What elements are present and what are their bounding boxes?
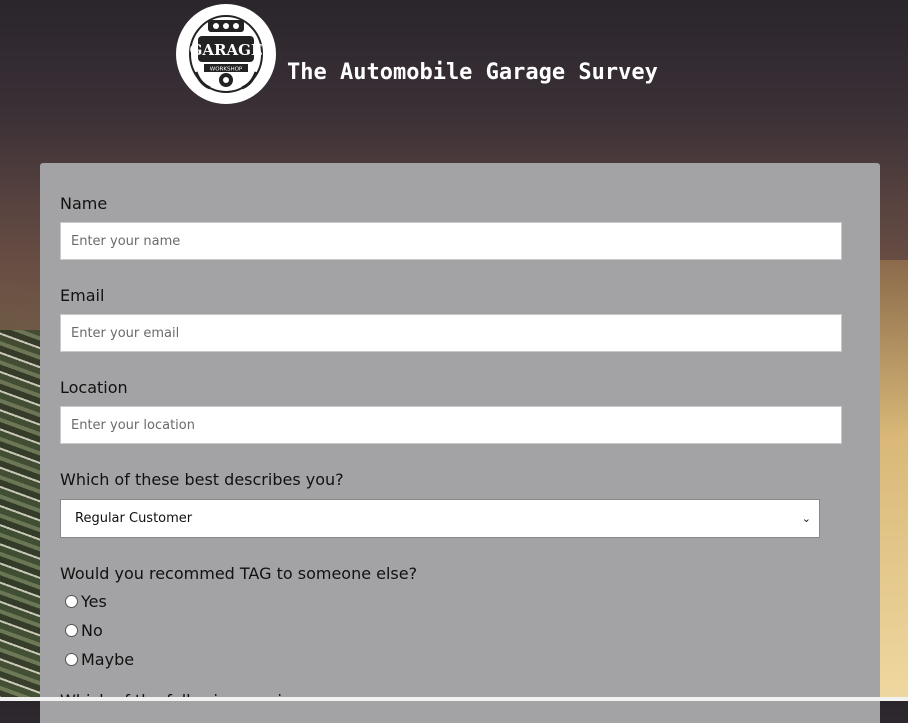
- radio-button[interactable]: [65, 653, 78, 666]
- name-input[interactable]: [60, 222, 842, 260]
- recommend-label: Would you recommed TAG to someone else?: [60, 564, 418, 583]
- role-select[interactable]: Regular Customer ⌄: [60, 499, 820, 538]
- background-light: [880, 260, 908, 701]
- svg-text:WORKSHOP: WORKSHOP: [210, 67, 243, 73]
- background-foliage: [0, 330, 40, 701]
- role-label: Which of these best describes you?: [60, 470, 344, 489]
- survey-form: Name Email Location Which of these best …: [40, 163, 880, 723]
- recommend-option-yes[interactable]: Yes: [65, 592, 107, 611]
- svg-text:GARAGE: GARAGE: [190, 41, 263, 59]
- radio-button[interactable]: [65, 595, 78, 608]
- radio-label: No: [81, 621, 103, 640]
- garage-logo: GARAGE WORKSHOP: [176, 4, 276, 104]
- chevron-down-icon: ⌄: [801, 512, 811, 525]
- radio-label: Maybe: [81, 650, 135, 669]
- header: GARAGE WORKSHOP The Automobile Garage Su…: [176, 4, 658, 104]
- location-input[interactable]: [60, 406, 842, 444]
- email-label: Email: [60, 286, 105, 305]
- name-label: Name: [60, 194, 108, 213]
- location-label: Location: [60, 378, 128, 397]
- viewport-edge: [0, 697, 908, 701]
- recommend-option-no[interactable]: No: [65, 621, 103, 640]
- radio-button[interactable]: [65, 624, 78, 637]
- radio-label: Yes: [81, 592, 107, 611]
- email-input[interactable]: [60, 314, 842, 352]
- page-title: The Automobile Garage Survey: [287, 60, 658, 85]
- role-select-value: Regular Customer: [75, 511, 193, 526]
- recommend-option-maybe[interactable]: Maybe: [65, 650, 134, 669]
